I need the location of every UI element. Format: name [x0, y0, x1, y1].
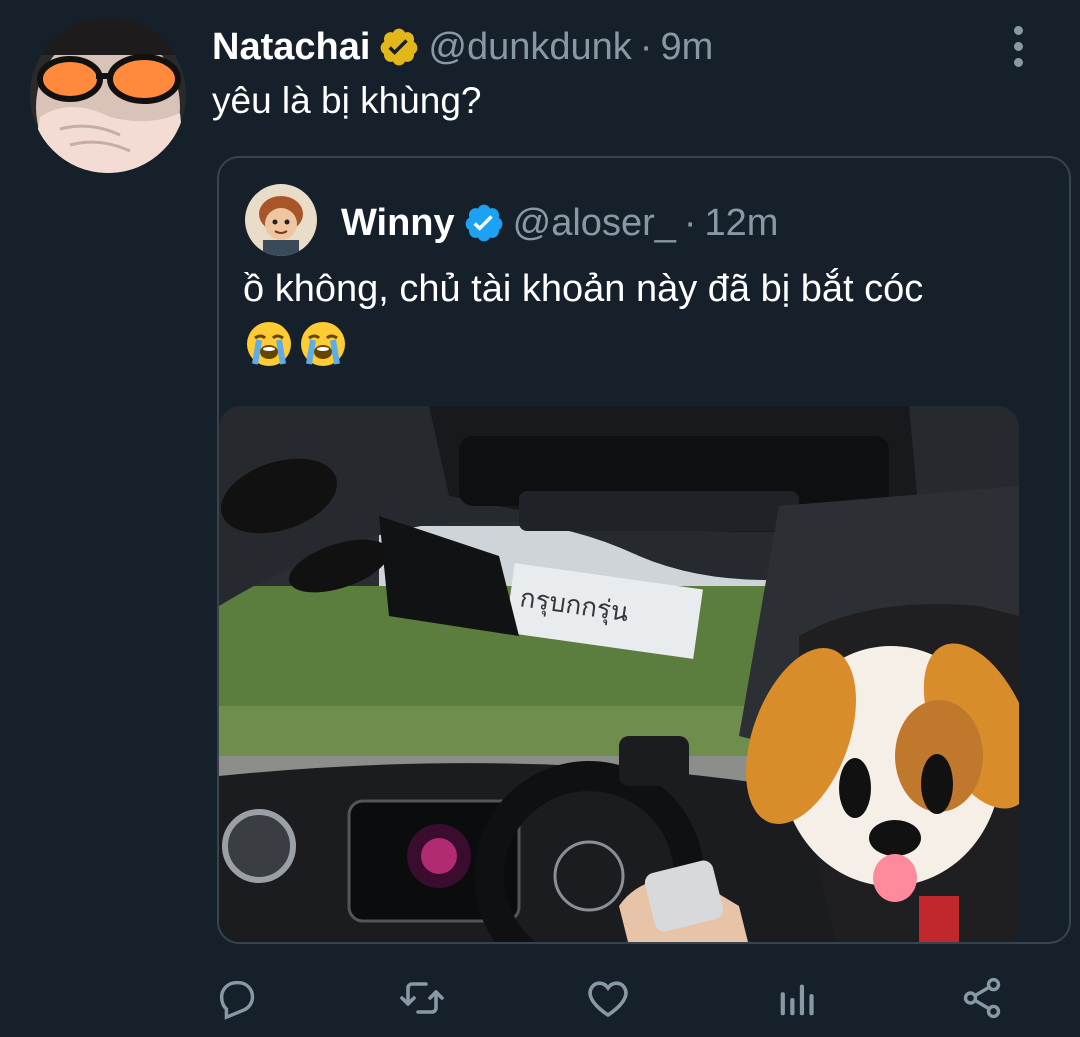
tweet[interactable]: Natachai @dunkdunk · 9m yêu là bị khùng?: [0, 0, 1080, 1037]
analytics-icon[interactable]: [766, 968, 826, 1028]
quoted-author-avatar[interactable]: [245, 184, 317, 256]
quoted-media-photo[interactable]: กรุบกกรุ่น: [219, 406, 1019, 942]
loudly-crying-face-icon: [301, 322, 345, 366]
emoji-row: [245, 320, 347, 368]
separator-dot: ·: [639, 26, 653, 68]
share-icon[interactable]: [952, 968, 1012, 1028]
action-bar: [0, 968, 1080, 1028]
loudly-crying-face-icon: [247, 322, 291, 366]
separator-dot: ·: [683, 202, 697, 244]
author-handle[interactable]: @dunkdunk: [428, 24, 631, 70]
quoted-tweet[interactable]: Winny @aloser_ · 12m ồ không, chủ tài kh…: [217, 156, 1071, 944]
quoted-tweet-time[interactable]: 12m: [705, 200, 779, 246]
quoted-author-handle[interactable]: @aloser_: [513, 200, 676, 246]
author-avatar[interactable]: [30, 17, 186, 173]
tweet-text: yêu là bị khùng?: [212, 80, 482, 121]
more-options-icon[interactable]: [996, 22, 1040, 70]
like-icon[interactable]: [578, 968, 638, 1028]
retweet-icon[interactable]: [392, 968, 452, 1028]
tweet-header: Natachai @dunkdunk · 9m: [212, 24, 713, 70]
quoted-author-name[interactable]: Winny: [341, 200, 455, 246]
verified-badge-icon: [378, 26, 420, 68]
quoted-tweet-text: ồ không, chủ tài khoản này đã bị bắt cóc: [243, 268, 924, 310]
author-name[interactable]: Natachai: [212, 24, 370, 70]
reply-icon[interactable]: [206, 968, 266, 1028]
verified-badge-icon: [463, 202, 505, 244]
quoted-tweet-header: Winny @aloser_ · 12m: [341, 200, 778, 246]
tweet-time[interactable]: 9m: [660, 24, 713, 70]
